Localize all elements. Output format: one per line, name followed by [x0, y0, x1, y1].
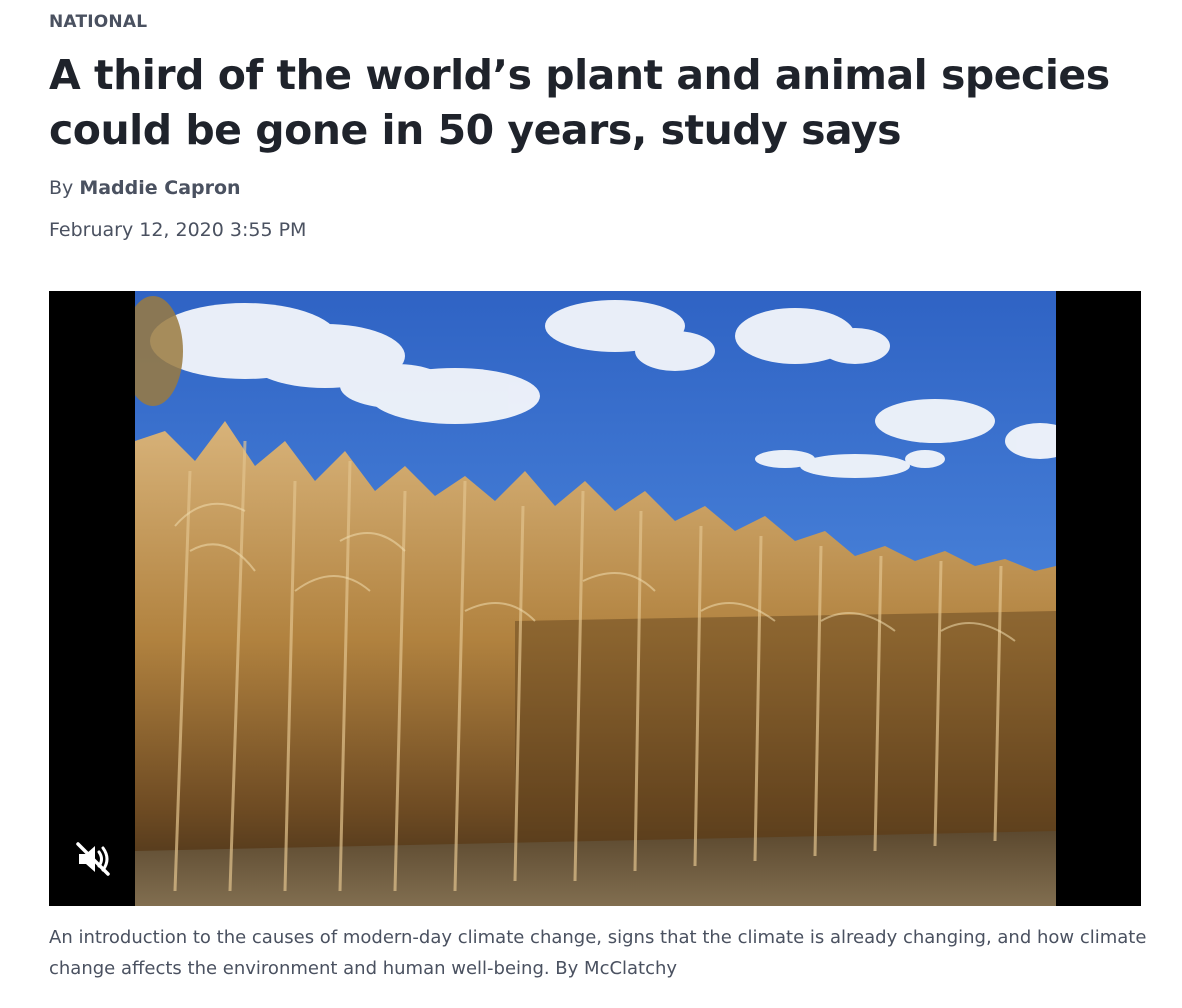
mute-toggle-button[interactable]: [71, 837, 115, 881]
video-frame[interactable]: [135, 291, 1056, 906]
section-label[interactable]: NATIONAL: [49, 12, 147, 32]
author-link[interactable]: Maddie Capron: [79, 177, 240, 199]
cornfield-video-still: [135, 291, 1056, 906]
article-headline: A third of the world’s plant and animal …: [49, 51, 1110, 154]
speaker-muted-icon: [76, 842, 110, 876]
byline-prefix: By: [49, 177, 74, 199]
byline: By Maddie Capron: [49, 177, 241, 199]
video-player[interactable]: [49, 291, 1141, 906]
article-page: NATIONAL A third of the world’s plant an…: [0, 0, 1182, 1008]
publish-date: February 12, 2020 3:55 PM: [49, 219, 307, 241]
video-caption: An introduction to the causes of modern-…: [49, 927, 1147, 979]
